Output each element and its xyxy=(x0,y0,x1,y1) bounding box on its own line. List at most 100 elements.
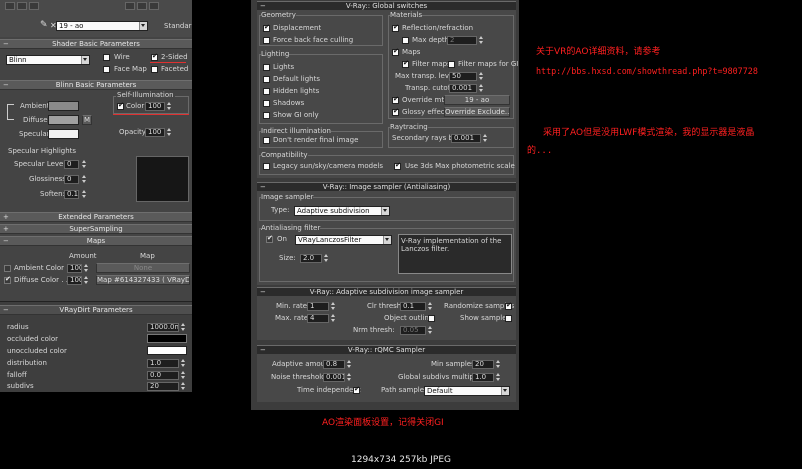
glossiness-spinner[interactable] xyxy=(82,175,87,184)
aa-filter-size-field[interactable]: 2.0 xyxy=(300,254,322,263)
toolbar-icon[interactable] xyxy=(29,2,39,10)
toolbar-icon[interactable] xyxy=(137,2,147,10)
rollout-image-sampler[interactable]: − V-Ray:: Image sampler (Antialiasing) xyxy=(257,182,516,191)
min-rate-field[interactable]: 1 xyxy=(307,302,329,311)
radius-field[interactable]: 1000.0mm xyxy=(147,323,179,332)
rollout-extended-parameters[interactable]: + Extended Parameters xyxy=(0,212,192,222)
show-gi-only-checkbox[interactable] xyxy=(263,112,270,119)
force-back-face-checkbox[interactable] xyxy=(263,37,270,44)
wire-checkbox[interactable] xyxy=(103,54,110,61)
reflection-refraction-checkbox[interactable] xyxy=(392,23,399,32)
path-sampler-select[interactable]: Default xyxy=(424,386,510,396)
max-depth-checkbox[interactable] xyxy=(402,37,409,44)
legacy-sun-checkbox[interactable] xyxy=(263,163,270,170)
diffuse-amount-field[interactable]: 100 xyxy=(67,276,82,285)
randomize-samples-checkbox[interactable] xyxy=(505,301,512,310)
chevron-down-icon[interactable] xyxy=(81,56,89,64)
rollout-supersampling[interactable]: + SuperSampling xyxy=(0,224,192,234)
sampler-type-select[interactable]: Adaptive subdivision xyxy=(294,206,390,216)
subdivs-spinner[interactable] xyxy=(181,382,186,391)
falloff-field[interactable]: 0.0 xyxy=(147,371,179,380)
displacement-checkbox[interactable] xyxy=(263,23,270,32)
chevron-down-icon[interactable] xyxy=(139,22,147,30)
filter-maps-checkbox[interactable] xyxy=(402,59,409,68)
distribution-spinner[interactable] xyxy=(181,359,186,368)
specular-level-spinner[interactable] xyxy=(82,160,87,169)
adaptive-amount-field[interactable]: 0.8 xyxy=(323,360,345,369)
min-samples-spinner[interactable] xyxy=(496,360,501,369)
clr-thresh-field[interactable]: 0.1 xyxy=(400,302,426,311)
nrm-thresh-spinner[interactable] xyxy=(428,326,433,335)
glossiness-field[interactable]: 0 xyxy=(64,175,79,184)
min-samples-field[interactable]: 20 xyxy=(472,360,494,369)
annotation-reference-url[interactable]: http://bbs.hxsd.com/showthread.php?t=980… xyxy=(536,66,758,76)
rollout-vraydirt[interactable]: − VRayDirt Parameters xyxy=(0,305,192,315)
dont-render-final-checkbox[interactable] xyxy=(263,137,270,144)
maps-checkbox[interactable] xyxy=(392,47,399,56)
diffuse-map-checkbox[interactable] xyxy=(4,275,11,284)
soften-spinner[interactable] xyxy=(82,190,87,199)
opacity-spinner[interactable] xyxy=(167,128,172,137)
toolbar-icon[interactable] xyxy=(149,2,159,10)
diffuse-color-swatch[interactable] xyxy=(48,115,79,125)
lights-checkbox[interactable] xyxy=(263,64,270,71)
chevron-down-icon[interactable] xyxy=(383,236,391,244)
diffuse-amount-spinner[interactable] xyxy=(84,276,89,285)
max-rate-spinner[interactable] xyxy=(331,314,336,323)
unoccluded-color-swatch[interactable] xyxy=(147,346,187,355)
rollout-rqmc-sampler[interactable]: − V-Ray:: rQMC Sampler xyxy=(257,345,516,354)
toolbar-icon[interactable] xyxy=(17,2,27,10)
ambient-amount-spinner[interactable] xyxy=(84,264,89,273)
rollout-blinn-basic[interactable]: − Blinn Basic Parameters xyxy=(0,80,192,90)
ambient-color-swatch[interactable] xyxy=(48,101,79,111)
transp-cutoff-spinner[interactable] xyxy=(479,84,484,93)
specular-color-swatch[interactable] xyxy=(48,129,79,139)
two-sided-checkbox[interactable] xyxy=(151,52,158,61)
shadows-checkbox[interactable] xyxy=(263,100,270,107)
clr-thresh-spinner[interactable] xyxy=(428,302,433,311)
override-mtl-checkbox[interactable] xyxy=(392,95,399,104)
chevron-down-icon[interactable] xyxy=(381,207,389,215)
aa-filter-on-checkbox[interactable] xyxy=(266,234,273,243)
max-transp-levels-field[interactable]: 50 xyxy=(449,72,477,81)
show-samples-checkbox[interactable] xyxy=(505,315,512,322)
override-exclude-button[interactable]: Override Exclude... xyxy=(444,107,510,117)
opacity-field[interactable]: 100 xyxy=(145,128,165,137)
rollout-maps[interactable]: − Maps xyxy=(0,236,192,246)
nrm-thresh-field[interactable]: 0.05 xyxy=(400,326,426,335)
max-rate-field[interactable]: 4 xyxy=(307,314,329,323)
faceted-checkbox[interactable] xyxy=(151,66,158,73)
filter-maps-gi-checkbox[interactable] xyxy=(448,61,455,68)
max-transp-levels-spinner[interactable] xyxy=(479,72,484,81)
default-lights-checkbox[interactable] xyxy=(263,76,270,83)
diffuse-map-button[interactable]: M xyxy=(82,115,92,125)
global-subdivs-spinner[interactable] xyxy=(496,373,501,382)
rollout-adaptive-subdivision[interactable]: − V-Ray:: Adaptive subdivision image sam… xyxy=(257,287,516,296)
toolbar-icon[interactable] xyxy=(125,2,135,10)
falloff-spinner[interactable] xyxy=(181,371,186,380)
chevron-down-icon[interactable] xyxy=(501,387,509,395)
transp-cutoff-field[interactable]: 0.001 xyxy=(449,84,477,93)
object-outline-checkbox[interactable] xyxy=(428,315,435,322)
aa-filter-size-spinner[interactable] xyxy=(324,254,329,263)
self-illum-color-checkbox[interactable] xyxy=(117,101,124,110)
face-map-checkbox[interactable] xyxy=(103,66,110,73)
soften-field[interactable]: 0.1 xyxy=(64,190,79,199)
time-independent-checkbox[interactable] xyxy=(353,385,360,394)
lock-icon[interactable] xyxy=(7,104,14,120)
distribution-field[interactable]: 1.0 xyxy=(147,359,179,368)
ambient-map-checkbox[interactable] xyxy=(4,265,11,272)
noise-threshold-spinner[interactable] xyxy=(347,373,352,382)
max-depth-spinner[interactable] xyxy=(479,36,484,45)
secondary-rays-bias-field[interactable]: 0.001 xyxy=(451,134,481,143)
material-type-button[interactable]: Standar xyxy=(164,22,192,31)
toolbar-icon[interactable] xyxy=(5,2,15,10)
use-3ds-max-photometric-checkbox[interactable] xyxy=(394,161,401,170)
min-rate-spinner[interactable] xyxy=(331,302,336,311)
aa-filter-select[interactable]: VRayLanczosFilter xyxy=(295,235,392,245)
radius-spinner[interactable] xyxy=(181,323,186,332)
diffuse-vraydirt-map-button[interactable]: Map #614327433 ( VRayDirt ) xyxy=(96,275,190,285)
secondary-rays-bias-spinner[interactable] xyxy=(483,134,488,143)
occluded-color-swatch[interactable] xyxy=(147,334,187,343)
glossy-effects-checkbox[interactable] xyxy=(392,107,399,116)
